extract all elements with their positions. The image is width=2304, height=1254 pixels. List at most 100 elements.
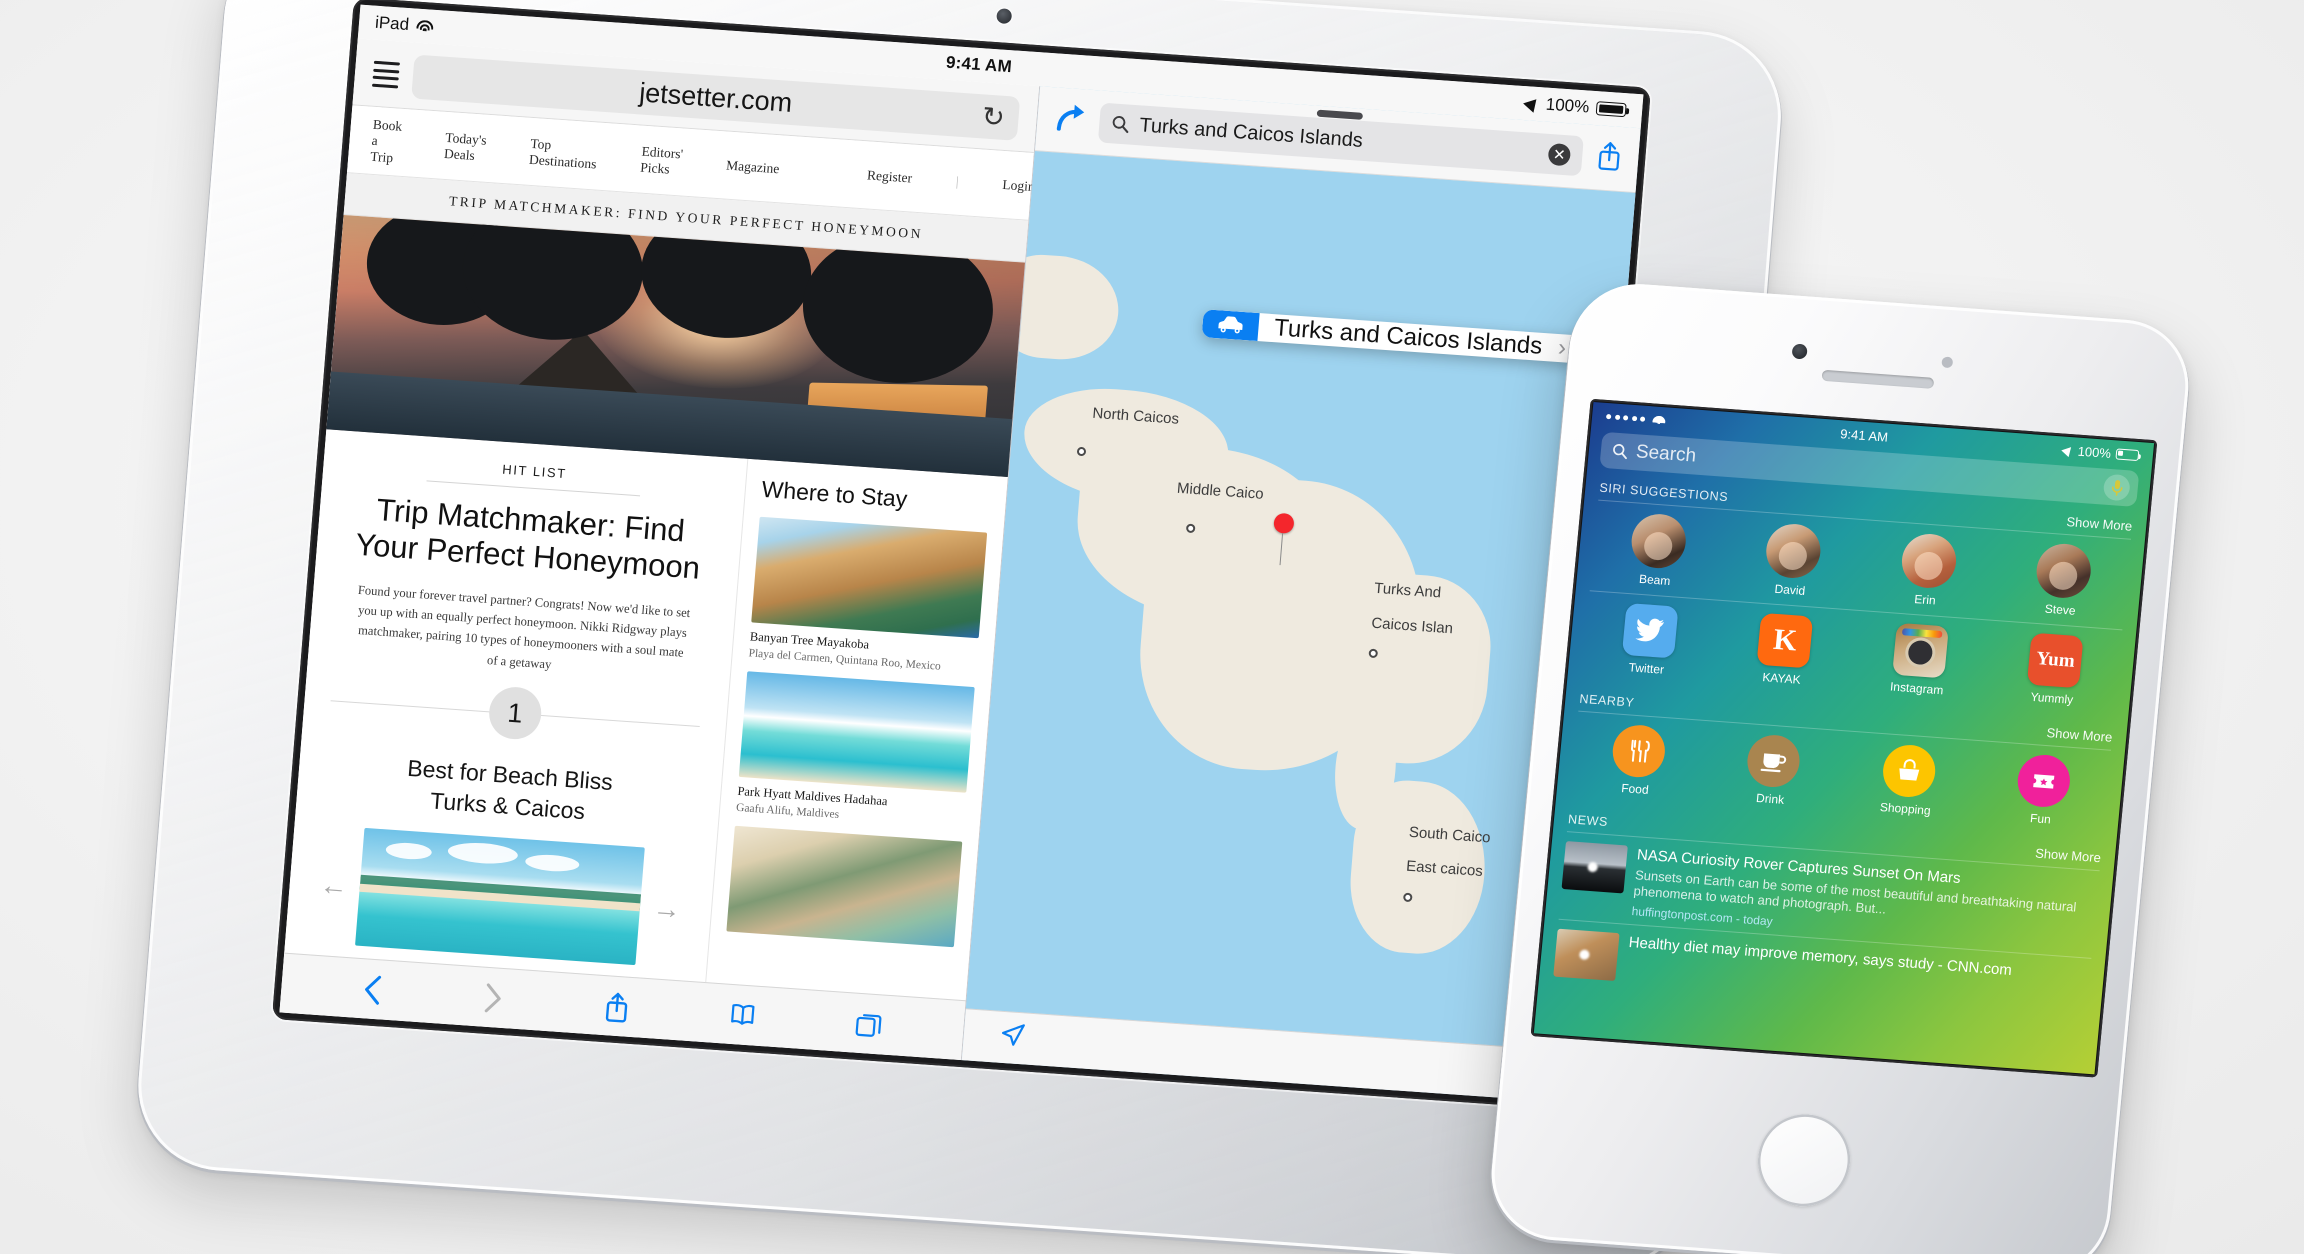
nav-item-todays-deals[interactable]: Today's Deals — [443, 130, 488, 165]
ticket-icon — [2015, 753, 2073, 809]
nearby-show-more[interactable]: Show More — [2046, 725, 2113, 745]
signal-dots-icon — [1605, 411, 1666, 426]
app-label: Instagram — [1889, 679, 1944, 698]
hotel-card[interactable]: Banyan Tree Mayakoba Playa del Carmen, Q… — [748, 516, 988, 675]
app-cell-kayak[interactable]: K KAYAK — [1716, 610, 1852, 690]
nearby-cell-drink[interactable]: Drink — [1705, 730, 1841, 810]
yummly-icon: Yum — [2027, 632, 2084, 689]
avatar — [1628, 512, 1688, 570]
nearby-cell-food[interactable]: Food — [1569, 721, 1705, 801]
contact-cell[interactable]: David — [1724, 519, 1861, 601]
app-cell-twitter[interactable]: Twitter — [1581, 600, 1717, 680]
location-arrow-icon — [2061, 443, 2075, 458]
instagram-icon — [1891, 622, 1949, 679]
directions-arrow-icon[interactable] — [1052, 101, 1087, 140]
nav-item-register[interactable]: Register — [866, 167, 913, 186]
hotel-card[interactable]: Park Hyatt Maldives Hadahaa Gaafu Alifu,… — [736, 671, 975, 829]
nearby-cell-shopping[interactable]: Shopping — [1840, 740, 1976, 820]
twitter-icon — [1621, 602, 1679, 659]
nearby-label: Food — [1620, 781, 1650, 797]
forward-button[interactable] — [480, 980, 507, 1016]
map-pin-head — [1273, 512, 1295, 534]
search-icon — [1112, 116, 1129, 134]
nearby-heading: NEARBY — [1578, 691, 1636, 710]
search-icon — [1613, 444, 1627, 460]
article-area: HIT LIST Trip Matchmaker: Find Your Perf… — [284, 429, 1008, 1001]
hamburger-menu-icon[interactable] — [371, 60, 400, 89]
nav-item-login[interactable]: Login — [1002, 177, 1035, 195]
reload-icon[interactable]: ↻ — [981, 101, 1006, 132]
cutlery-icon — [1610, 723, 1667, 779]
microphone-icon[interactable] — [2102, 473, 2131, 502]
maps-share-icon[interactable] — [1595, 139, 1624, 178]
map-pin[interactable] — [1271, 512, 1295, 566]
contact-cell[interactable]: Steve — [1995, 539, 2132, 621]
article-eyebrow: HIT LIST — [426, 456, 643, 497]
carousel-next-icon[interactable]: → — [652, 892, 682, 926]
map-callout-title: Turks and Caicos Islands — [1273, 314, 1544, 361]
wifi-icon — [415, 19, 434, 33]
app-label: KAYAK — [1761, 670, 1802, 687]
shopping-bag-icon — [1880, 743, 1938, 799]
hotel-image — [751, 516, 988, 639]
iphone-screen-bezel: 9:41 AM 100% Search SIRI SUGGESTIONS Sho… — [1530, 398, 2158, 1078]
screenshot-stage: iPad 9:41 AM 100% jetsetter.com ↻ Book a… — [0, 0, 2304, 1254]
contact-label: David — [1773, 581, 1806, 598]
share-button[interactable] — [601, 988, 632, 1024]
wifi-icon — [1652, 414, 1666, 426]
contact-label: Steve — [2044, 601, 2077, 618]
kayak-icon: K — [1756, 612, 1814, 669]
news-heading: NEWS — [1567, 811, 1609, 829]
bookmarks-button[interactable] — [727, 999, 759, 1031]
hotel-card[interactable] — [726, 825, 963, 948]
nav-item-magazine[interactable]: Magazine — [726, 158, 780, 178]
safari-pane: jetsetter.com ↻ Book a Trip Today's Deal… — [279, 38, 1041, 1061]
tabs-button[interactable] — [854, 1008, 886, 1040]
avatar — [1764, 522, 1824, 580]
iphone-spotlight-screen: 9:41 AM 100% Search SIRI SUGGESTIONS Sho… — [1533, 402, 2155, 1075]
locate-arrow-icon[interactable] — [997, 1020, 1030, 1057]
nav-item-book-a-trip[interactable]: Book a Trip — [370, 117, 403, 167]
car-icon[interactable] — [1201, 309, 1260, 342]
battery-icon — [1595, 101, 1627, 118]
carousel-prev-icon[interactable]: ← — [319, 869, 349, 903]
news-thumbnail — [1553, 928, 1620, 981]
hotel-image — [738, 671, 975, 793]
ipad-split-view: jetsetter.com ↻ Book a Trip Today's Deal… — [279, 38, 1641, 1103]
coffee-cup-icon — [1745, 733, 1803, 789]
contact-label: Erin — [1913, 592, 1937, 608]
status-time: 9:41 AM — [945, 52, 1013, 77]
entry-carousel: ← → — [310, 825, 689, 981]
hotel-image — [726, 825, 963, 948]
iphone-battery-percent: 100% — [2077, 443, 2112, 462]
nearby-label: Fun — [2029, 811, 2052, 827]
app-label: Yummly — [2029, 689, 2074, 707]
nav-item-top-destinations[interactable]: Top Destinations — [528, 136, 598, 173]
where-to-stay-column: Where to Stay Banyan Tree Mayakoba Playa… — [706, 459, 1008, 1000]
map-pin-stem — [1279, 533, 1284, 566]
article-main-column: HIT LIST Trip Matchmaker: Find Your Perf… — [284, 429, 749, 983]
news-show-more[interactable]: Show More — [2035, 846, 2102, 866]
iphone-device: 9:41 AM 100% Search SIRI SUGGESTIONS Sho… — [1485, 279, 2195, 1254]
clear-x-icon[interactable]: ✕ — [1547, 142, 1572, 167]
location-arrow-icon — [1522, 94, 1542, 113]
map-callout[interactable]: Turks and Caicos Islands › — [1201, 309, 1582, 364]
app-cell-instagram[interactable]: Instagram — [1851, 620, 1987, 700]
status-device-label: iPad — [374, 12, 410, 35]
app-cell-yummly[interactable]: Yum Yummly — [1986, 630, 2122, 710]
contact-cell[interactable]: Beam — [1589, 509, 1726, 591]
url-text: jetsetter.com — [638, 76, 794, 118]
nav-item-editors-picks[interactable]: Editors' Picks — [640, 144, 684, 179]
nearby-label: Shopping — [1879, 800, 1932, 818]
nearby-cell-fun[interactable]: Fun — [1975, 750, 2111, 830]
ipad-screen: iPad 9:41 AM 100% jetsetter.com ↻ Book a… — [279, 4, 1644, 1103]
status-battery-percent: 100% — [1545, 94, 1591, 117]
carousel-image — [355, 827, 646, 965]
ipad-screen-bezel: iPad 9:41 AM 100% jetsetter.com ↻ Book a… — [271, 0, 1651, 1110]
avatar — [1899, 532, 1959, 590]
siri-show-more[interactable]: Show More — [2066, 514, 2133, 534]
contact-cell[interactable]: Erin — [1860, 529, 1997, 611]
news-thumbnail — [1561, 841, 1628, 894]
back-button[interactable] — [359, 972, 386, 1008]
entry-number-badge: 1 — [487, 685, 544, 741]
